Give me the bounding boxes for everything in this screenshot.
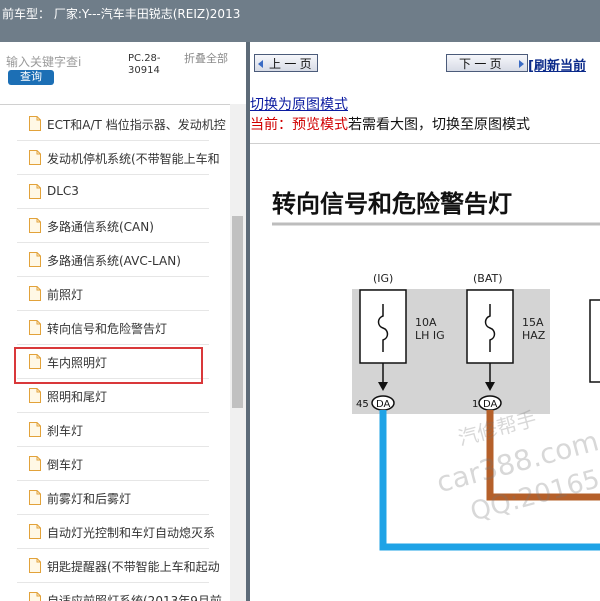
tree-item[interactable]: 前照灯: [0, 277, 230, 311]
content-panel: 上 一 页 下 一 页 [刷新当前 切换为原图模式 当前：预览模式若需看大图，切…: [246, 42, 600, 601]
document-icon: [29, 252, 41, 267]
arrow-left-icon: [258, 60, 263, 68]
fuse-1-pin: 45: [356, 399, 369, 410]
document-icon: [29, 524, 41, 539]
mode-status: 当前：预览模式若需看大图，切换至原图模式: [250, 114, 530, 134]
tree-item[interactable]: DLC3: [0, 175, 230, 209]
next-page-label: 下 一 页: [459, 57, 502, 71]
tree-item[interactable]: 自适应前照灯系统(2013年9月前: [0, 583, 230, 601]
tree-item[interactable]: 倒车灯: [0, 447, 230, 481]
next-page-button[interactable]: 下 一 页: [446, 54, 528, 72]
refresh-link[interactable]: [刷新当前: [528, 55, 586, 74]
content-toolbar: 上 一 页 下 一 页 [刷新当前: [250, 42, 600, 84]
fuse-2-source: (BAT): [473, 272, 503, 285]
document-icon: [29, 490, 41, 505]
mode-status-suffix: 若需看大图，切换至原图模式: [348, 117, 530, 133]
tree-item[interactable]: 照明和尾灯: [0, 379, 230, 413]
document-icon: [29, 320, 41, 335]
tree-item-label: 多路通信系统(CAN): [47, 220, 154, 234]
tree-item[interactable]: 刹车灯: [0, 413, 230, 447]
pc-code: PC.28-30914: [128, 53, 161, 76]
tree-item-label: 发动机停机系统(不带智能上车和: [47, 152, 220, 166]
mode-status-prefix: 当前：预览模式: [250, 117, 348, 133]
document-icon: [29, 116, 41, 131]
tree-item-label: DLC3: [47, 184, 79, 198]
document-icon: [29, 558, 41, 573]
tree-item[interactable]: 发动机停机系统(不带智能上车和: [0, 141, 230, 175]
document-icon: [29, 388, 41, 403]
tree-item[interactable]: 多路通信系统(AVC-LAN): [0, 243, 230, 277]
wiring-diagram: 转向信号和危险警告灯 (IG) 10A LH IG DA 45 (BAT) 15…: [272, 190, 600, 551]
fuse-1-connector-label: DA: [376, 399, 391, 410]
relay-box-partial: [589, 299, 600, 383]
fuse-1-source: (IG): [373, 272, 393, 285]
tree-item-label: 转向信号和危险警告灯: [47, 322, 168, 336]
left-scrollbar[interactable]: [230, 104, 246, 601]
tree-item-label: 照明和尾灯: [47, 390, 108, 404]
tree-item[interactable]: ECT和A/T 档位指示器、发动机控: [0, 107, 230, 141]
search-area: 查询 PC.28-30914 折叠全部: [0, 42, 246, 105]
document-icon: [29, 184, 41, 199]
fuse-1-box: [359, 289, 407, 364]
fuse-2-connector-label: DA: [483, 399, 498, 410]
document-icon: [29, 150, 41, 165]
document-icon: [29, 456, 41, 471]
window-title: 前车型： 厂家:Y---汽车丰田锐志(REIZ)2013: [2, 7, 241, 21]
fuse-2-box: [466, 289, 514, 364]
left-panel: 查询 PC.28-30914 折叠全部 ECT和A/T 档位指示器、发动机控发动…: [0, 42, 246, 601]
search-input[interactable]: [6, 54, 118, 70]
fuse-2-pin: 1: [472, 399, 478, 410]
tree-item[interactable]: 自动灯光控制和车灯自动熄灭系: [0, 515, 230, 549]
tree-item-label: 钥匙提醒器(不带智能上车和起动: [47, 560, 220, 574]
fuse-2-rating: 15A: [522, 316, 544, 329]
document-icon: [29, 218, 41, 233]
collapse-all-link[interactable]: 折叠全部: [184, 53, 228, 65]
left-scrollbar-thumb[interactable]: [232, 216, 243, 408]
tree-item-label: 自适应前照灯系统(2013年9月前: [47, 594, 222, 601]
selected-item-highlight: [14, 347, 203, 384]
prev-page-label: 上 一 页: [269, 57, 312, 71]
fuse-2-name: HAZ: [522, 329, 546, 342]
title-bar: 前车型： 厂家:Y---汽车丰田锐志(REIZ)2013: [0, 0, 600, 42]
fuse-1-rating: 10A: [415, 316, 437, 329]
document-icon: [29, 286, 41, 301]
document-icon: [29, 422, 41, 437]
tree-item-label: 刹车灯: [47, 424, 84, 438]
diagram-title: 转向信号和危险警告灯: [272, 190, 512, 218]
tree-item-label: 自动灯光控制和车灯自动熄灭系: [47, 526, 216, 540]
switch-original-mode-link[interactable]: 切换为原图模式: [250, 94, 348, 114]
tree-item-label: 多路通信系统(AVC-LAN): [47, 254, 181, 268]
prev-page-button[interactable]: 上 一 页: [254, 54, 318, 72]
tree-item[interactable]: 钥匙提醒器(不带智能上车和起动: [0, 549, 230, 583]
tree-item-label: 前照灯: [47, 288, 84, 302]
tree-item[interactable]: 多路通信系统(CAN): [0, 209, 230, 243]
document-icon: [29, 592, 41, 601]
query-button[interactable]: 查询: [8, 70, 54, 85]
fuse-1-name: LH IG: [415, 329, 445, 342]
tree-item[interactable]: 转向信号和危险警告灯: [0, 311, 230, 345]
tree-item[interactable]: 前雾灯和后雾灯: [0, 481, 230, 515]
arrow-right-icon: [519, 60, 524, 68]
tree-item-label: 前雾灯和后雾灯: [47, 492, 132, 506]
tree-item-label: ECT和A/T 档位指示器、发动机控: [47, 118, 226, 132]
tree-item-label: 倒车灯: [47, 458, 84, 472]
